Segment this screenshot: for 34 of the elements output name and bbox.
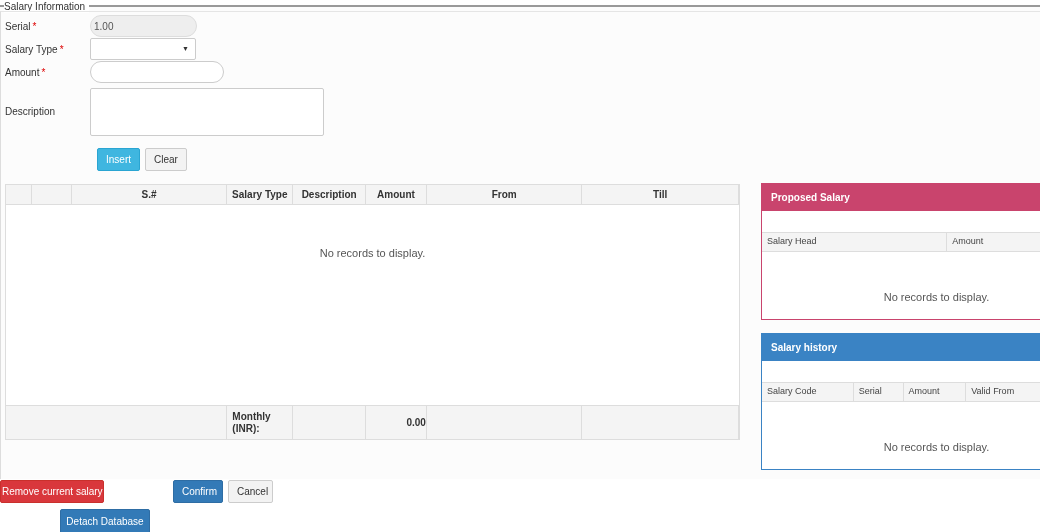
column-header[interactable]: Amount (947, 233, 1040, 251)
detach-database-button[interactable]: Detach Database (60, 509, 150, 532)
remove-salary-button[interactable]: Remove current salary (0, 480, 104, 503)
description-field[interactable] (90, 88, 324, 136)
panel-title: Salary history (771, 341, 838, 355)
column-header[interactable]: Salary Type (227, 185, 294, 204)
column-header[interactable]: Amount (366, 185, 427, 204)
field-label: Salary Type (5, 42, 58, 57)
empty-message: No records to display. (883, 289, 990, 305)
empty-message: No records to display. (319, 245, 426, 259)
confirm-button[interactable]: Confirm (173, 480, 223, 503)
field-label: Amount (5, 65, 40, 80)
column-header[interactable]: Till (582, 185, 739, 204)
column-header[interactable]: Valid From (966, 383, 1040, 401)
empty-message: No records to display. (883, 439, 990, 455)
required-mark: * (41, 65, 46, 80)
clear-button[interactable]: Clear (145, 148, 187, 171)
cancel-button[interactable]: Cancel (228, 480, 273, 503)
amount-field[interactable] (90, 61, 224, 83)
required-mark: * (59, 42, 64, 57)
column-header[interactable]: Amount (903, 383, 967, 401)
column-header[interactable]: S.# (71, 185, 228, 204)
required-mark: * (32, 19, 37, 34)
field-label: Description (5, 104, 56, 119)
total-amount: 0.00 (406, 416, 426, 429)
column-header[interactable]: Salary Head (762, 233, 948, 251)
column-header[interactable]: Description (293, 185, 367, 204)
serial-field[interactable]: 1.00 (90, 15, 197, 37)
column-header[interactable]: From (426, 185, 583, 204)
field-label: Serial (5, 19, 31, 34)
panel-title: Proposed Salary (771, 191, 850, 205)
footer-label: Monthly (INR): (232, 410, 272, 435)
column-header[interactable]: Salary Code (762, 383, 854, 401)
column-header[interactable]: Serial (853, 383, 904, 401)
